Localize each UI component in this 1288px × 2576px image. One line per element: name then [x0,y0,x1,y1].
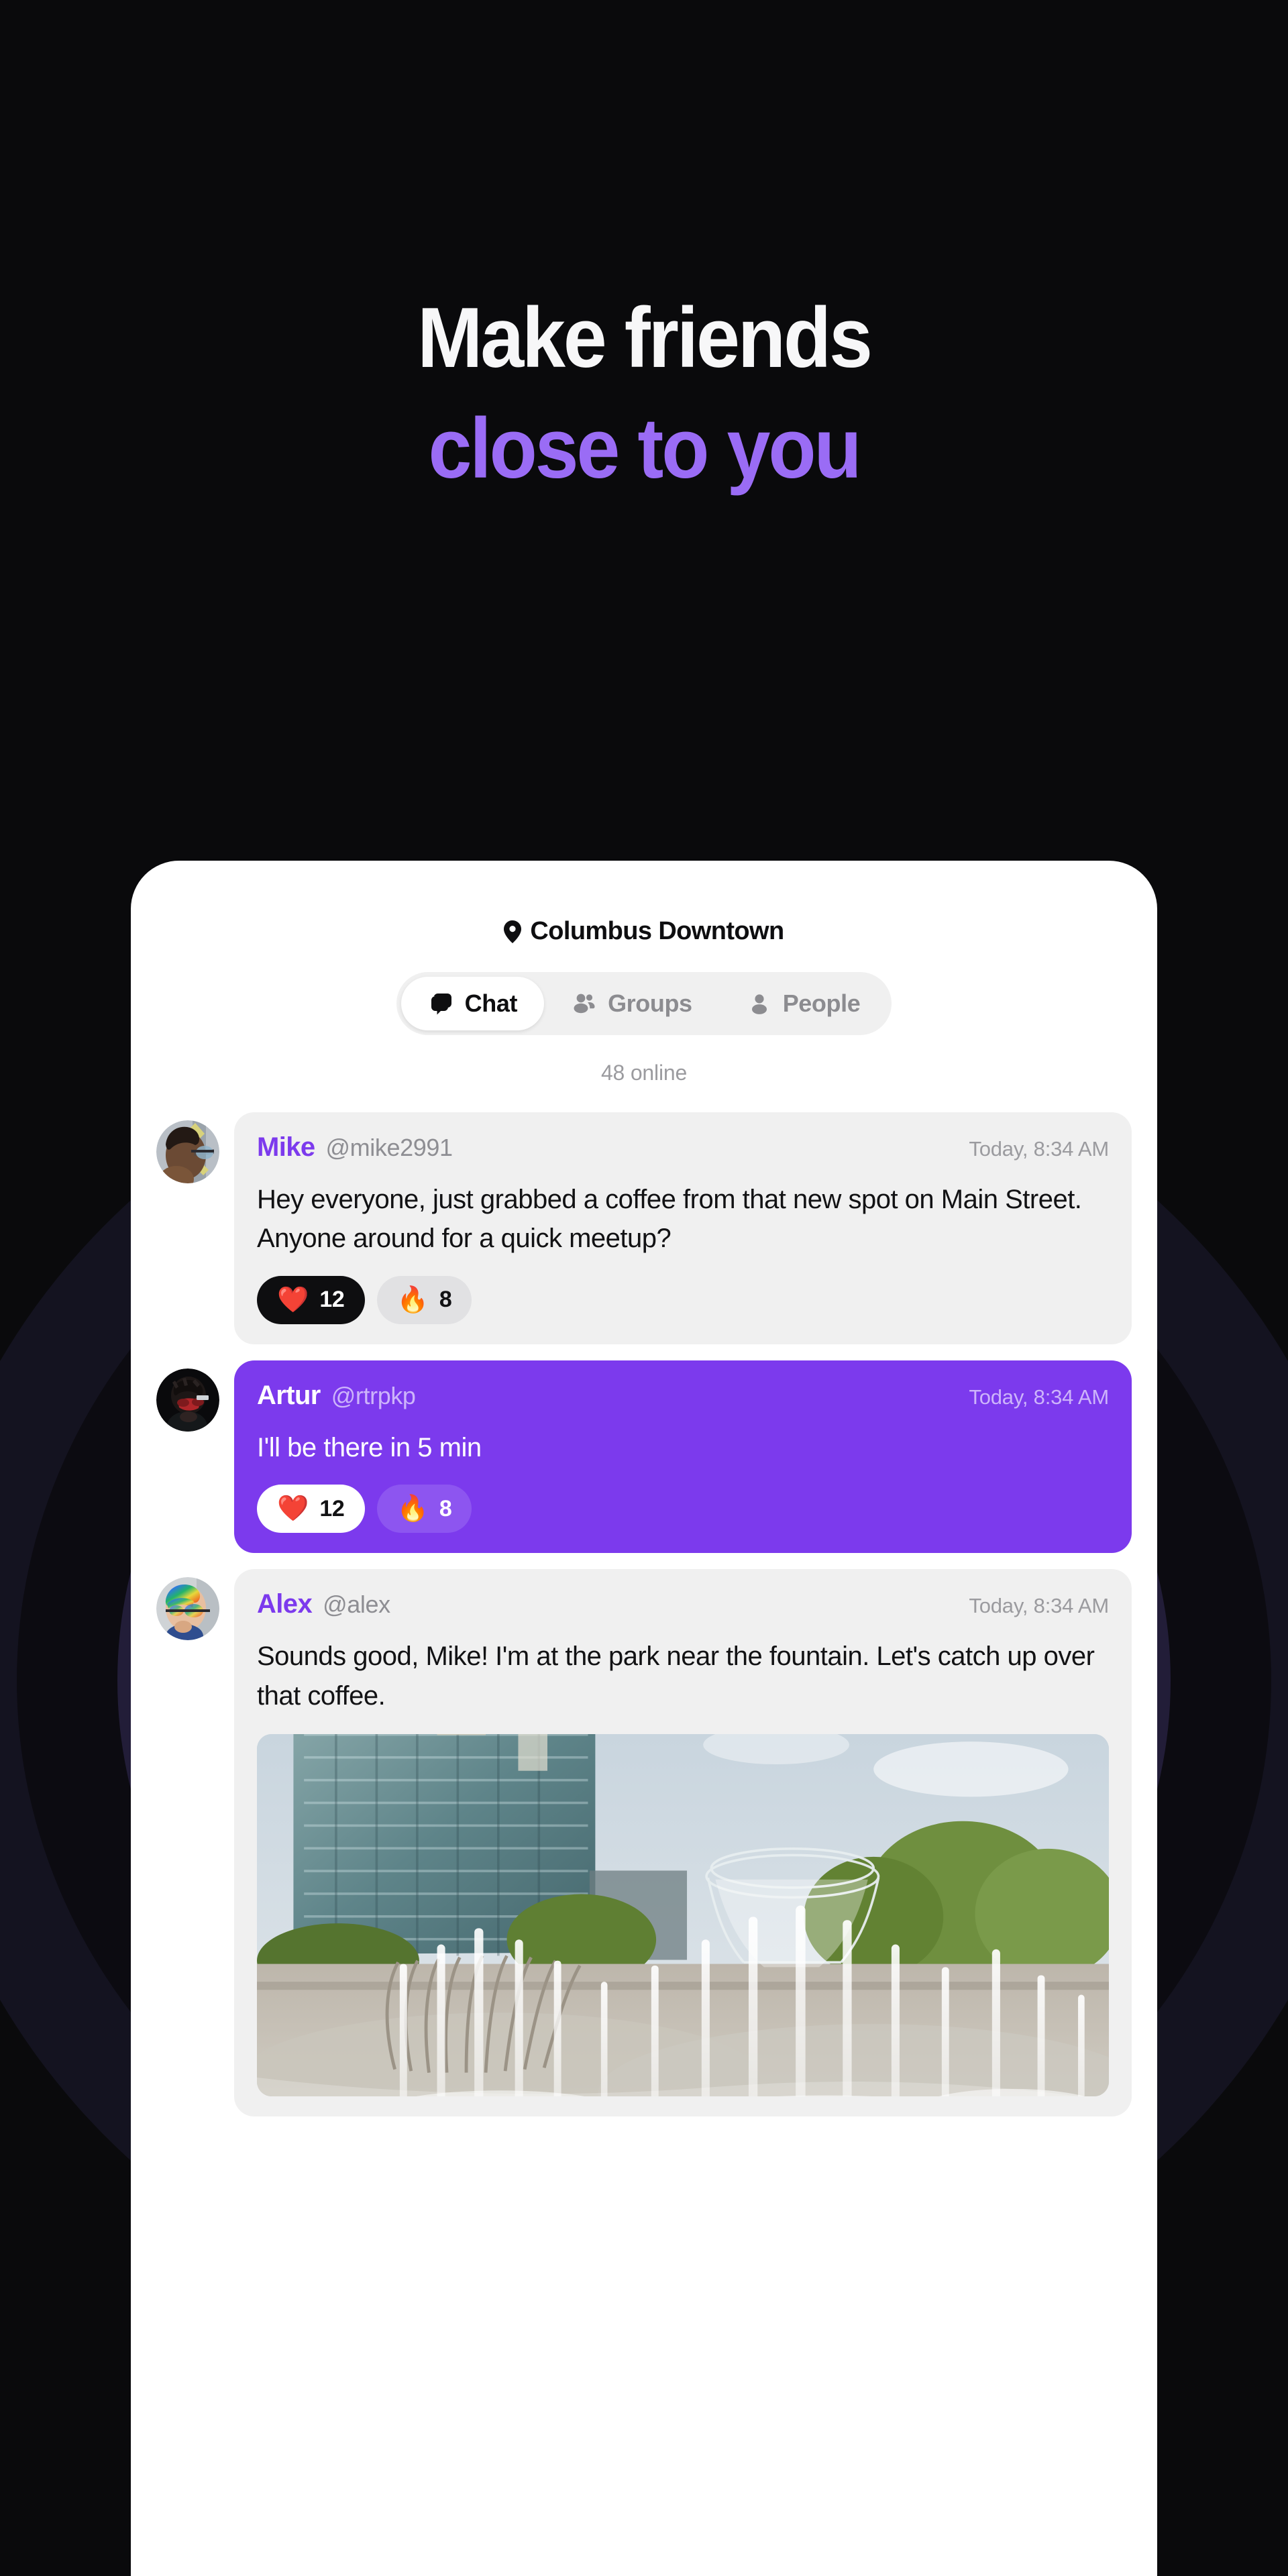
reaction-chip-heart[interactable]: ❤️ 12 [257,1275,365,1324]
online-count: 48 online [600,1061,688,1085]
sender-name: Artur [257,1380,321,1410]
sender-handle: @rtrpkp [331,1381,416,1409]
segmented-control: Chat Groups People [396,972,892,1035]
message-timestamp: Today, 8:34 AM [969,1594,1109,1618]
tab-chat[interactable]: Chat [400,977,545,1030]
message-bubble-alex: Alex @alex Today, 8:34 AM Sounds good, M… [234,1569,1132,2116]
reaction-count: 8 [439,1287,452,1313]
avatar-alex[interactable] [156,1577,219,1641]
tab-people[interactable]: People [719,977,888,1030]
message-list: Mike @mike2991 Today, 8:34 AM Hey everyo… [131,1112,1157,2116]
reaction-row: ❤️ 12 🔥 8 [257,1275,1109,1324]
tab-people-label: People [782,989,861,1017]
message-header: Artur @rtrpkp Today, 8:34 AM [257,1381,1109,1411]
tab-chat-label: Chat [464,989,518,1017]
reaction-chip-heart[interactable]: ❤️ 12 [257,1485,365,1534]
reaction-chip-fire[interactable]: 🔥 8 [376,1485,472,1534]
sender-name: Alex [257,1589,313,1619]
message-text: Sounds good, Mike! I'm at the park near … [257,1642,1095,1711]
tabs-row: Chat Groups People [131,972,1157,1035]
message-header: Mike @mike2991 Today, 8:34 AM [257,1132,1109,1163]
avatar-artur-image [156,1368,219,1432]
location-pin-icon [504,920,522,943]
avatar-mike[interactable] [156,1120,219,1183]
group-people-icon [574,994,595,1014]
avatar-artur[interactable] [156,1368,219,1432]
message-bubble-artur: Artur @rtrpkp Today, 8:34 AM I'll be the… [234,1360,1132,1554]
reaction-count: 8 [439,1495,452,1521]
promo-screenshot: Make friends close to you Columbus Downt… [0,0,1288,2576]
chat-bubbles-icon [431,993,451,1015]
reaction-count: 12 [319,1495,345,1521]
message-bubble-mike: Mike @mike2991 Today, 8:34 AM Hey everyo… [234,1112,1132,1344]
message-row-alex: Alex @alex Today, 8:34 AM Sounds good, M… [131,1569,1157,2116]
headline-line-1: Make friends [417,290,873,385]
reaction-chip-fire[interactable]: 🔥 8 [376,1275,472,1324]
message-text: I'll be there in 5 min [257,1432,482,1462]
fire-emoji-icon: 🔥 [396,1285,429,1314]
tab-groups-label: Groups [608,989,692,1017]
message-row-artur: Artur @rtrpkp Today, 8:34 AM I'll be the… [131,1360,1157,1554]
fire-emoji-icon: 🔥 [396,1495,429,1523]
heart-emoji-icon: ❤️ [277,1495,309,1523]
reaction-count: 12 [319,1287,345,1313]
person-icon [751,994,767,1014]
park-fountain-photo[interactable] [257,1733,1109,2096]
message-timestamp: Today, 8:34 AM [969,1137,1109,1161]
location-header[interactable]: Columbus Downtown [131,917,1157,946]
sender-handle: @alex [323,1591,390,1619]
sender-name: Mike [257,1132,315,1162]
sender-handle: @mike2991 [325,1134,453,1161]
park-fountain-photo-image [257,1733,1109,2096]
heart-emoji-icon: ❤️ [277,1285,309,1314]
message-row-mike: Mike @mike2991 Today, 8:34 AM Hey everyo… [131,1112,1157,1344]
reaction-row: ❤️ 12 🔥 8 [257,1485,1109,1534]
tab-groups[interactable]: Groups [544,977,719,1030]
avatar-mike-image [156,1120,219,1183]
hero-headline: Make friends close to you [0,295,1288,491]
message-text: Hey everyone, just grabbed a coffee from… [257,1185,1082,1254]
headline-line-2: close to you [428,400,861,496]
message-timestamp: Today, 8:34 AM [969,1385,1109,1409]
phone-app-card: Columbus Downtown Chat Groups People 48 … [131,861,1157,2576]
location-name: Columbus Downtown [530,917,784,945]
message-header: Alex @alex Today, 8:34 AM [257,1589,1109,1619]
avatar-alex-image [156,1577,219,1641]
